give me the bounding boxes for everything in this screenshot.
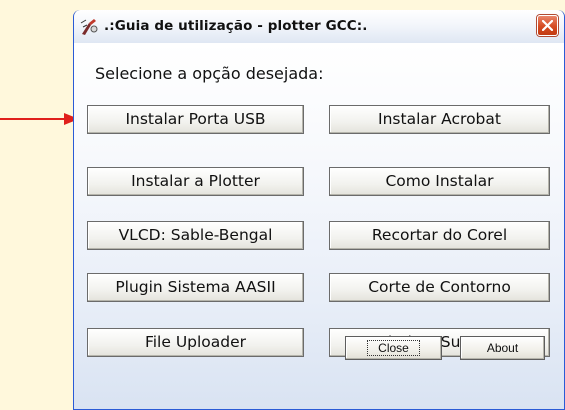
install-plotter-button[interactable]: Instalar a Plotter xyxy=(87,167,304,196)
title-bar[interactable]: .:Guia de utilização - plotter GCC:. xyxy=(74,10,564,44)
dialog-window: .:Guia de utilização - plotter GCC:. Sel… xyxy=(73,10,565,410)
prompt-label: Selecione a opção desejada: xyxy=(95,64,324,83)
install-usb-port-button[interactable]: Instalar Porta USB xyxy=(87,105,304,134)
window-title: .:Guia de utilização - plotter GCC:. xyxy=(104,18,368,34)
close-button[interactable]: Close xyxy=(345,336,442,360)
close-icon xyxy=(542,20,553,31)
plotter-app-icon xyxy=(80,19,98,35)
plugin-sistema-aasii-button[interactable]: Plugin Sistema AASII xyxy=(87,273,304,302)
file-uploader-button[interactable]: File Uploader xyxy=(87,328,304,357)
close-button-label: Close xyxy=(367,340,420,356)
install-acrobat-button[interactable]: Instalar Acrobat xyxy=(329,105,550,134)
how-to-install-button[interactable]: Como Instalar xyxy=(329,167,550,196)
red-arrow-annotation xyxy=(0,113,79,125)
vlcd-sable-bengal-button[interactable]: VLCD: Sable-Bengal xyxy=(87,221,304,250)
about-button-label: About xyxy=(486,341,519,355)
window-close-button[interactable] xyxy=(537,15,558,36)
cut-from-corel-button[interactable]: Recortar do Corel xyxy=(329,221,550,250)
contour-cut-button[interactable]: Corte de Contorno xyxy=(329,273,550,302)
about-button[interactable]: About xyxy=(460,336,545,360)
